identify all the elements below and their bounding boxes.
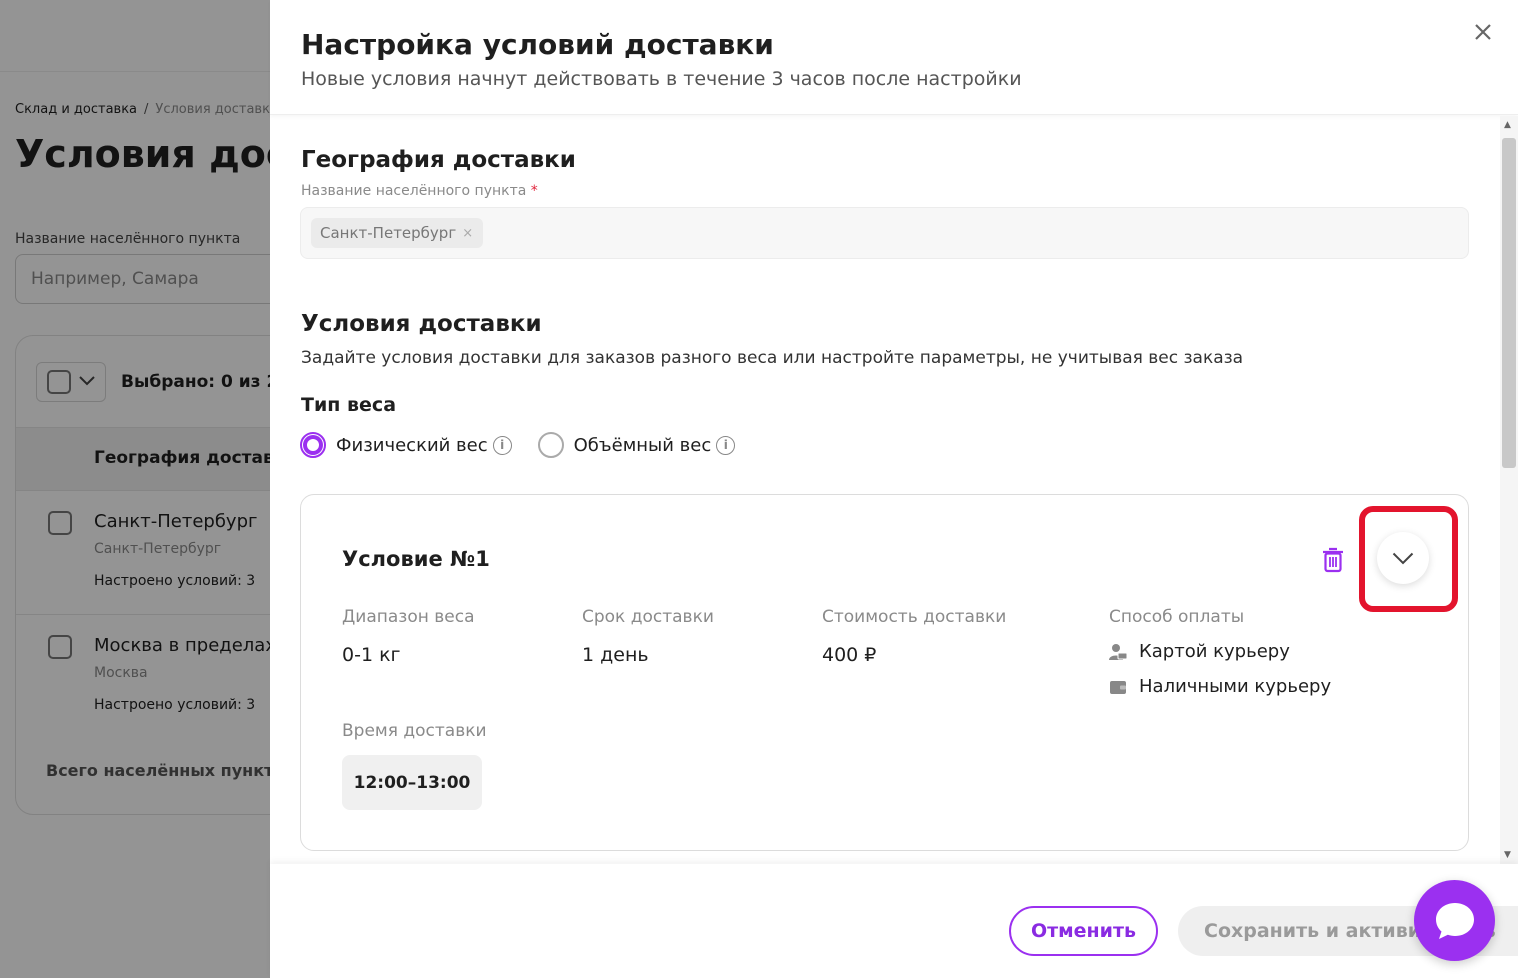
scrollbar-thumb[interactable] [1502,138,1516,468]
weight-range-value: 0-1 кг [342,644,401,666]
payment-method-item: Наличными курьеру [1109,676,1331,697]
wallet-icon [1109,678,1127,696]
drawer-subtitle: Новые условия начнут действовать в течен… [301,68,1022,90]
info-icon[interactable]: i [492,435,512,455]
city-field-label: Название населённого пункта * [301,183,538,199]
drawer-footer: Отменить Сохранить и активировать [270,864,1518,978]
weight-type-label: Тип веса [301,394,397,416]
radio-physical-weight-label[interactable]: Физический вес [336,435,488,456]
info-icon[interactable]: i [716,435,736,455]
conditions-section-title: Условия доставки [301,311,542,337]
payment-method-item: Картой курьеру [1109,641,1290,662]
radio-physical-weight[interactable] [300,432,326,458]
drawer-header: Настройка условий доставки Новые условия… [270,0,1518,115]
delivery-settings-drawer: Настройка условий доставки Новые условия… [270,0,1518,978]
chat-support-button[interactable] [1414,880,1495,961]
cancel-button[interactable]: Отменить [1009,906,1158,956]
city-multiselect[interactable]: Санкт-Петербург × [300,207,1469,259]
conditions-description: Задайте условия доставки для заказов раз… [301,348,1244,368]
scroll-up-arrow-icon[interactable]: ▲ [1504,120,1511,130]
payment-method-label: Способ оплаты [1109,607,1245,627]
chip-remove-icon[interactable]: × [462,226,473,241]
condition-card: Условие №1 Диапазон веса 0-1 кг Срок дос… [300,494,1469,851]
city-chip: Санкт-Петербург × [311,218,484,248]
delivery-term-label: Срок доставки [582,607,714,627]
required-mark: * [530,183,538,199]
drawer-title: Настройка условий доставки [301,28,774,61]
city-chip-label: Санкт-Петербург [320,224,457,242]
delivery-cost-value: 400 ₽ [822,644,877,666]
chevron-down-icon[interactable] [1392,552,1414,565]
drawer-body: География доставки Название населённого … [270,116,1518,864]
delivery-time-chip: 12:00–13:00 [342,755,482,810]
city-field-label-text: Название населённого пункта [301,183,527,199]
delivery-term-value: 1 день [582,644,649,666]
close-button[interactable] [1470,20,1496,46]
weight-type-radio-group: Физический вес i Объёмный вес i [300,432,736,458]
chat-bubble-icon [1435,902,1474,939]
card-courier-icon [1109,643,1128,661]
expand-condition-button[interactable] [1377,532,1429,584]
payment-method-label-text: Наличными курьеру [1139,676,1332,697]
scroll-down-arrow-icon[interactable]: ▼ [1504,850,1511,860]
condition-title: Условие №1 [342,547,490,571]
radio-volume-weight[interactable] [537,432,564,458]
delivery-cost-label: Стоимость доставки [822,607,1007,627]
weight-range-label: Диапазон веса [342,607,475,627]
delivery-time-label: Время доставки [342,721,487,741]
trash-icon[interactable] [1322,547,1344,573]
close-icon[interactable] [1474,23,1492,41]
payment-method-label-text: Картой курьеру [1139,641,1290,662]
radio-volume-weight-label[interactable]: Объёмный вес [574,435,712,456]
geography-section-title: География доставки [301,147,576,173]
drawer-scrollbar[interactable]: ▲ ▼ [1500,116,1518,864]
